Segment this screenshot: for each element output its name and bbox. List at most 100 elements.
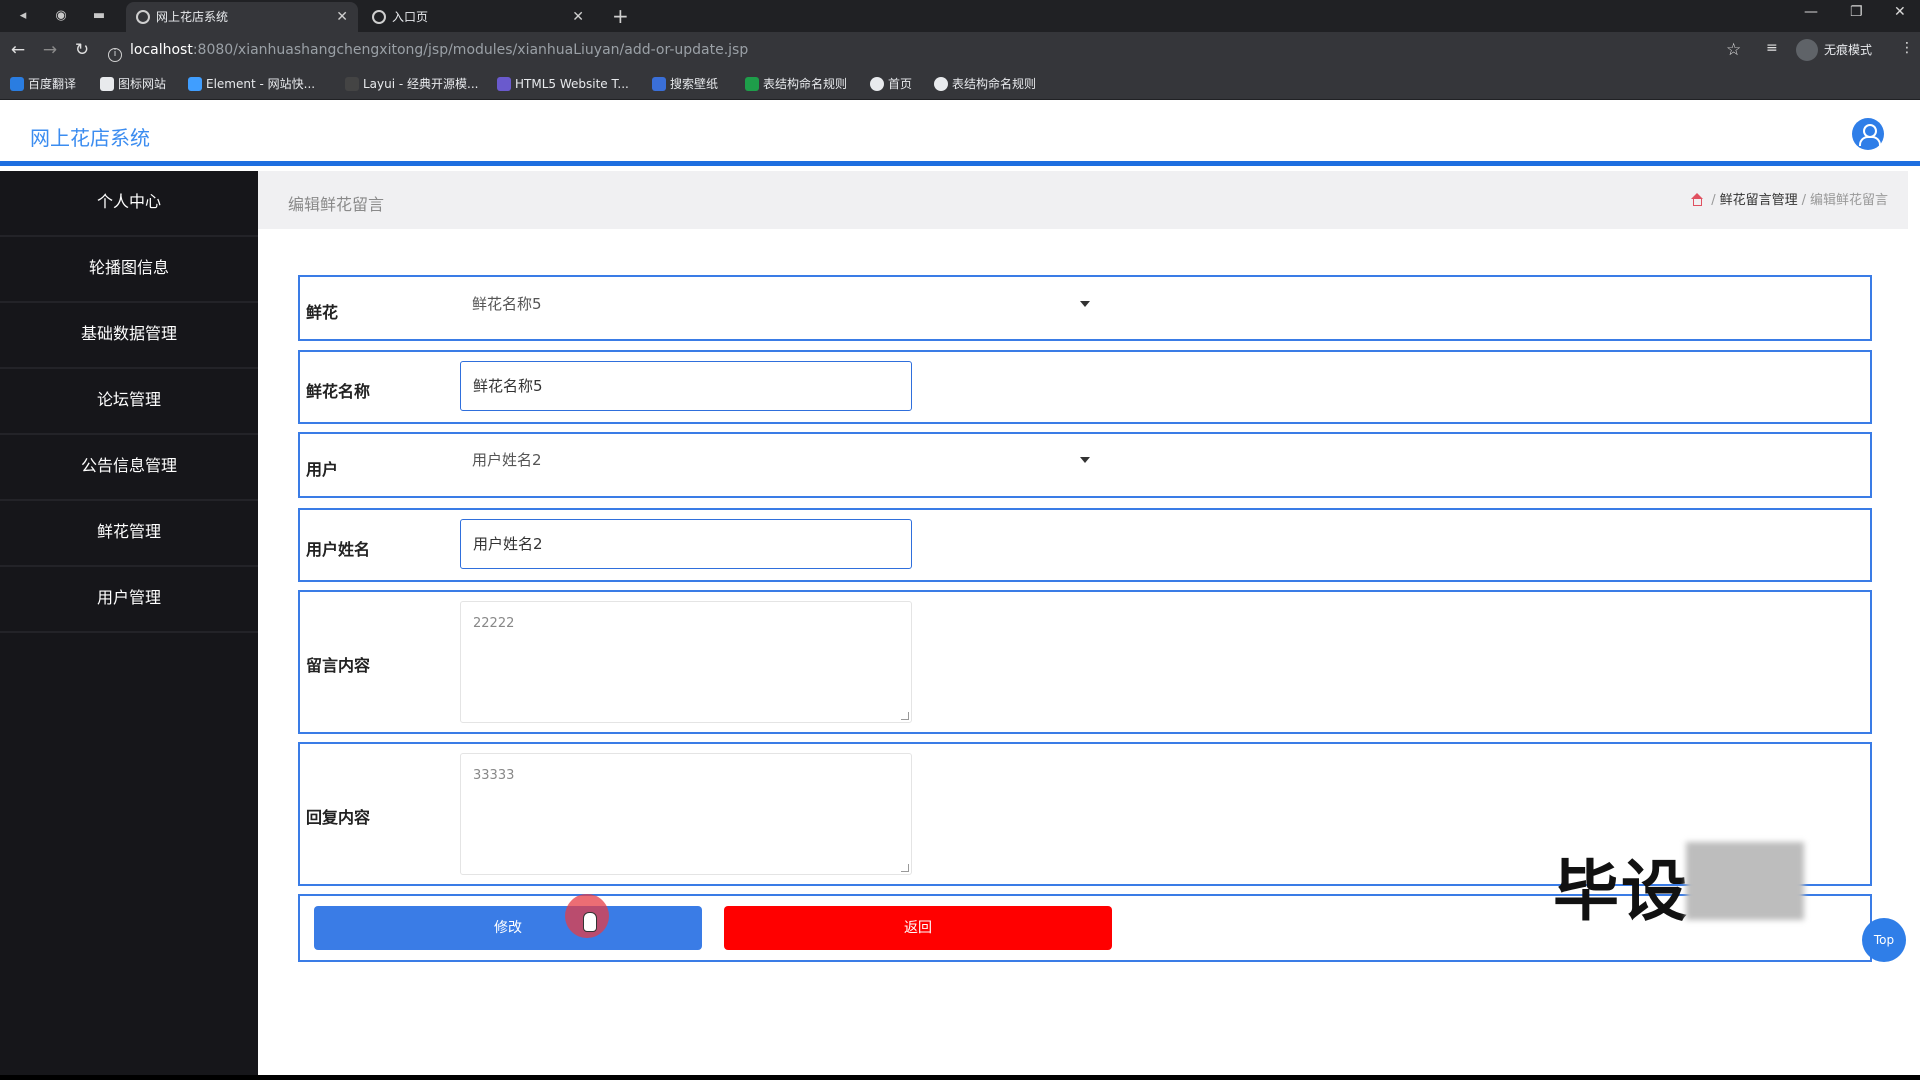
tab-active[interactable]: 网上花店系统 ✕ xyxy=(126,2,358,32)
browser-logo-icon[interactable]: ◉ xyxy=(52,7,70,25)
message-textarea[interactable]: 22222 xyxy=(460,601,912,723)
site-title[interactable]: 网上花店系统 xyxy=(30,122,150,151)
sidebar-item-basic-data[interactable]: 基础数据管理 xyxy=(0,303,258,369)
blurred-watermark xyxy=(1686,842,1804,920)
flag-icon xyxy=(100,77,114,91)
breadcrumb-parent[interactable]: 鲜花留言管理 xyxy=(1720,193,1798,208)
message-text: 22222 xyxy=(473,616,515,631)
globe-icon xyxy=(372,10,386,24)
sidebar-item-personal-center[interactable]: 个人中心 xyxy=(0,171,258,237)
close-icon[interactable]: ✕ xyxy=(572,2,584,32)
form-row-flower: 鲜花 鲜花名称5 xyxy=(298,275,1872,341)
new-tab-icon[interactable]: + xyxy=(612,4,629,28)
message-label: 留言内容 xyxy=(306,656,371,675)
breadcrumb-current: 编辑鲜花留言 xyxy=(1809,193,1888,208)
user-name-label: 用户姓名 xyxy=(306,540,371,559)
url-host: localhost xyxy=(130,42,193,58)
back-button[interactable]: 返回 xyxy=(724,906,1112,950)
page-header-bar: 编辑鲜花留言 / 鲜花留言管理 / 编辑鲜花留言 xyxy=(258,171,1908,229)
hand-cursor-icon xyxy=(583,912,597,932)
home-icon[interactable] xyxy=(1690,193,1704,206)
sidebar-item-forum[interactable]: 论坛管理 xyxy=(0,369,258,435)
bookmark-item[interactable]: 首页 xyxy=(870,76,912,92)
translate-icon xyxy=(10,77,24,91)
reply-textarea[interactable]: 33333 xyxy=(460,753,912,875)
watermark-text: 毕设 xyxy=(1553,853,1689,930)
resize-handle-icon[interactable] xyxy=(901,712,909,720)
sidebar: 个人中心 轮播图信息 基础数据管理 论坛管理 公告信息管理 鲜花管理 用户管理 xyxy=(0,171,258,1075)
user-select-value: 用户姓名2 xyxy=(472,451,542,469)
tab-strip: ◂ ◉ ▬ 网上花店系统 ✕ 入口页 ✕ + — ❐ ✕ xyxy=(0,0,1920,32)
forward-icon[interactable]: → xyxy=(40,41,60,59)
flower-select[interactable]: 鲜花名称5 xyxy=(460,284,1100,324)
profile-label: 无痕模式 xyxy=(1824,43,1873,57)
tab-search-icon[interactable]: ◂ xyxy=(14,7,32,25)
sheet-icon xyxy=(745,77,759,91)
restore-icon[interactable]: ❐ xyxy=(1850,4,1863,20)
bookmark-item[interactable]: 搜索壁纸 xyxy=(652,76,718,92)
main-content: 编辑鲜花留言 / 鲜花留言管理 / 编辑鲜花留言 鲜花 鲜花名称5 鲜花名称 鲜花名称… xyxy=(258,171,1920,1075)
tab-title: 入口页 xyxy=(392,10,429,24)
window-icon[interactable]: ▬ xyxy=(90,7,108,25)
form-row-flower-name: 鲜花名称 鲜花名称5 xyxy=(298,350,1872,424)
flower-name-input[interactable]: 鲜花名称5 xyxy=(460,361,912,411)
bookmark-item[interactable]: HTML5 Website T... xyxy=(497,76,629,92)
sidebar-item-carousel[interactable]: 轮播图信息 xyxy=(0,237,258,303)
incognito-profile[interactable]: 无痕模式 xyxy=(1796,38,1872,62)
tab-inactive[interactable]: 入口页 ✕ xyxy=(362,2,594,32)
bookmark-item[interactable]: 表结构命名规则 xyxy=(934,76,1036,92)
form-row-user-name: 用户姓名 用户姓名2 xyxy=(298,508,1872,582)
sidebar-item-announcements[interactable]: 公告信息管理 xyxy=(0,435,258,501)
media-icon[interactable]: ≡ xyxy=(1766,40,1778,56)
sidebar-item-users[interactable]: 用户管理 xyxy=(0,567,258,633)
flower-select-value: 鲜花名称5 xyxy=(472,295,542,313)
globe-icon xyxy=(136,10,150,24)
save-button[interactable]: 修改 xyxy=(314,906,702,950)
user-label: 用户 xyxy=(306,460,339,479)
close-icon[interactable]: ✕ xyxy=(336,2,348,32)
flower-label: 鲜花 xyxy=(306,303,339,322)
globe-icon xyxy=(934,77,948,91)
wallpaper-icon xyxy=(652,77,666,91)
app-header: 网上花店系统 xyxy=(0,100,1920,166)
flower-name-label: 鲜花名称 xyxy=(306,382,371,401)
breadcrumb: / 鲜花留言管理 / 编辑鲜花留言 xyxy=(1690,189,1888,208)
html5-icon xyxy=(497,77,511,91)
url-field[interactable]: i localhost:8080/xianhuashangchengxitong/… xyxy=(108,36,1758,64)
bookmark-item[interactable]: 图标网站 xyxy=(100,76,166,92)
bookmark-star-icon[interactable]: ☆ xyxy=(1726,40,1741,60)
back-icon[interactable]: ← xyxy=(8,41,28,59)
tab-title: 网上花店系统 xyxy=(156,10,229,24)
back-to-top-button[interactable]: Top xyxy=(1862,918,1906,962)
browser-chrome: ◂ ◉ ▬ 网上花店系统 ✕ 入口页 ✕ + — ❐ ✕ ← → ↻ i loca… xyxy=(0,0,1920,100)
element-icon xyxy=(188,77,202,91)
screen-bottom-edge xyxy=(0,1075,1920,1080)
caret-down-icon xyxy=(1080,301,1090,307)
resize-handle-icon[interactable] xyxy=(901,864,909,872)
layui-icon xyxy=(345,77,359,91)
form-row-message: 留言内容 22222 xyxy=(298,590,1872,734)
bookmark-item[interactable]: Element - 网站快... xyxy=(188,76,315,92)
bookmarks-bar: 百度翻译 图标网站 Element - 网站快... Layui - 经典开源模… xyxy=(0,68,1920,100)
user-avatar-icon[interactable] xyxy=(1852,118,1884,150)
incognito-icon xyxy=(1796,39,1818,61)
caret-down-icon xyxy=(1080,457,1090,463)
minimize-icon[interactable]: — xyxy=(1804,4,1818,20)
bookmark-item[interactable]: Layui - 经典开源模... xyxy=(345,76,478,92)
globe-icon xyxy=(870,77,884,91)
sidebar-item-flowers[interactable]: 鲜花管理 xyxy=(0,501,258,567)
window-close-icon[interactable]: ✕ xyxy=(1894,4,1906,20)
url-path: :8080/xianhuashangchengxitong/jsp/module… xyxy=(192,42,749,58)
reply-label: 回复内容 xyxy=(306,808,371,827)
address-bar: ← → ↻ i localhost:8080/xianhuashangchengx… xyxy=(0,32,1920,68)
user-select[interactable]: 用户姓名2 xyxy=(460,440,1100,480)
bookmark-item[interactable]: 表结构命名规则 xyxy=(745,76,847,92)
reload-icon[interactable]: ↻ xyxy=(72,41,92,59)
menu-icon[interactable]: ⋮ xyxy=(1900,40,1914,56)
user-name-input[interactable]: 用户姓名2 xyxy=(460,519,912,569)
reply-text: 33333 xyxy=(473,768,515,783)
page-title: 编辑鲜花留言 xyxy=(288,195,385,214)
form-row-user: 用户 用户姓名2 xyxy=(298,432,1872,498)
info-icon[interactable]: i xyxy=(108,48,122,62)
bookmark-item[interactable]: 百度翻译 xyxy=(10,76,76,92)
